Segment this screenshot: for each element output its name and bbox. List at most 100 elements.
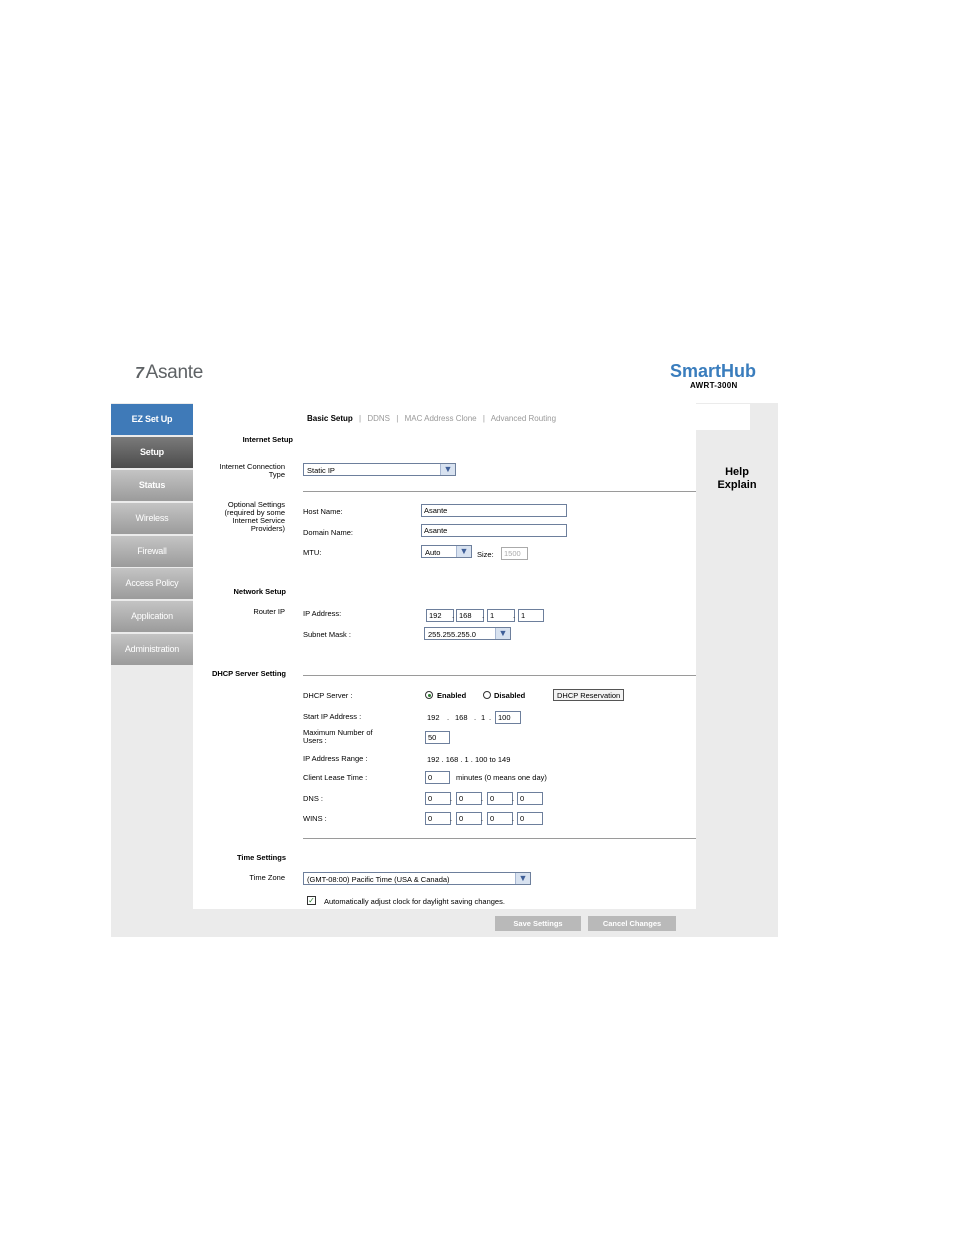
dot-separator: . — [474, 713, 477, 722]
dot-separator: . — [512, 814, 515, 823]
dhcp-server-label: DHCP Server : — [303, 691, 353, 700]
time-zone-value: (GMT-08:00) Pacific Time (USA & Canada) — [307, 875, 450, 884]
help-explain: Explain — [717, 479, 757, 491]
mtu-size-input[interactable]: 1500 — [501, 547, 528, 560]
save-settings-button[interactable]: Save Settings — [495, 916, 581, 931]
chevron-down-icon: ▼ — [456, 546, 471, 557]
brand-name: SmartHub — [670, 361, 757, 381]
tab-mac-address-clone[interactable]: MAC Address Clone — [405, 414, 477, 423]
start-ip-last-octet[interactable]: 100 — [495, 711, 521, 724]
section-dhcp-server: DHCP Server Setting — [211, 669, 286, 678]
lease-time-note: minutes (0 means one day) — [456, 773, 547, 782]
connection-type-value: Static IP — [307, 466, 335, 475]
nav-application[interactable]: Application — [111, 601, 193, 634]
help-box — [693, 404, 750, 430]
connection-type-label: Internet Connection Type — [219, 462, 285, 479]
ip-range-value: 192 . 168 . 1 . 100 to 149 — [427, 755, 511, 764]
dot-separator: . — [489, 713, 492, 722]
ip-octet-4[interactable]: 1 — [518, 609, 544, 622]
mtu-value: Auto — [425, 548, 441, 557]
wins-octet-2[interactable]: 0 — [456, 812, 482, 825]
divider — [303, 491, 696, 492]
ip-range-label: IP Address Range : — [303, 754, 368, 763]
divider — [303, 675, 696, 676]
max-users-input[interactable]: 50 — [425, 731, 450, 744]
dot-separator: . — [447, 713, 450, 722]
domain-name-input[interactable]: Asante — [421, 524, 567, 537]
time-zone-select[interactable]: (GMT-08:00) Pacific Time (USA & Canada) … — [303, 872, 531, 885]
subnet-mask-select[interactable]: 255.255.255.0 ▼ — [424, 627, 511, 640]
dhcp-disabled-label: Disabled — [494, 691, 526, 700]
cancel-changes-button[interactable]: Cancel Changes — [588, 916, 676, 931]
chevron-down-icon: ▼ — [495, 628, 510, 639]
start-ip-octet-3: 1 — [481, 713, 486, 722]
nav-wireless[interactable]: Wireless — [111, 503, 193, 536]
optional-settings-label: Optional Settings (required by some Inte… — [224, 500, 285, 533]
chevron-down-icon: ▼ — [515, 873, 530, 884]
dst-label: Automatically adjust clock for daylight … — [324, 897, 505, 906]
dhcp-enabled-radio[interactable] — [425, 691, 433, 699]
help-panel: Help Explain — [698, 466, 776, 492]
asante-logo-mark: 7 — [135, 365, 144, 382]
domain-name-label: Domain Name: — [303, 528, 354, 537]
dns-octet-4[interactable]: 0 — [517, 792, 543, 805]
nav-access-policy[interactable]: Access Policy — [111, 568, 193, 601]
nav-firewall[interactable]: Firewall — [111, 536, 193, 569]
subnet-mask-label: Subnet Mask : — [303, 630, 351, 639]
router-ip-label: Router IP — [253, 607, 285, 616]
dot-separator: . — [482, 611, 485, 620]
tab-advanced-routing[interactable]: Advanced Routing — [491, 414, 556, 423]
wins-octet-1[interactable]: 0 — [425, 812, 451, 825]
model-number: AWRT-300N — [690, 381, 738, 390]
host-name-input[interactable]: Asante — [421, 504, 567, 517]
wins-label: WINS : — [303, 814, 327, 823]
max-users-label: Maximum Number of Users : — [303, 728, 373, 745]
dot-separator: . — [450, 814, 453, 823]
tab-basic-setup[interactable]: Basic Setup — [307, 414, 353, 423]
time-zone-label: Time Zone — [249, 873, 285, 882]
lease-time-input[interactable]: 0 — [425, 771, 450, 784]
ip-octet-3[interactable]: 1 — [487, 609, 515, 622]
dns-octet-2[interactable]: 0 — [456, 792, 482, 805]
dst-checkbox[interactable]: ✓ — [307, 896, 316, 905]
dot-separator: . — [513, 611, 516, 620]
dot-separator: . — [512, 794, 515, 803]
dot-separator: . — [481, 814, 484, 823]
subnet-mask-value: 255.255.255.0 — [428, 630, 476, 639]
tab-separator: | — [359, 414, 362, 423]
wins-octet-3[interactable]: 0 — [487, 812, 513, 825]
dns-octet-1[interactable]: 0 — [425, 792, 451, 805]
mtu-label: MTU: — [303, 548, 322, 557]
dns-octet-3[interactable]: 0 — [487, 792, 513, 805]
ip-octet-1[interactable]: 192 — [426, 609, 454, 622]
section-network-setup: Network Setup — [233, 587, 286, 596]
tab-separator: | — [482, 414, 485, 423]
size-label: Size: — [477, 550, 494, 559]
host-name-label: Host Name: — [303, 507, 343, 516]
mtu-select[interactable]: Auto ▼ — [421, 545, 472, 558]
ip-octet-2[interactable]: 168 — [456, 609, 484, 622]
start-ip-octet-1: 192 — [427, 713, 440, 722]
asante-logo: 7 Asante — [135, 362, 203, 384]
help-title: Help — [725, 466, 749, 478]
dot-separator: . — [481, 794, 484, 803]
wins-octet-4[interactable]: 0 — [517, 812, 543, 825]
dhcp-reservation-button[interactable]: DHCP Reservation — [553, 689, 625, 701]
section-internet-setup: Internet Setup — [242, 435, 293, 444]
checkmark-icon: ✓ — [308, 896, 315, 905]
dns-label: DNS : — [303, 794, 324, 803]
start-ip-octet-2: 168 — [455, 713, 468, 722]
nav-administration[interactable]: Administration — [111, 634, 193, 667]
nav-ez-setup[interactable]: EZ Set Up — [111, 404, 193, 437]
dhcp-disabled-radio[interactable] — [483, 691, 491, 699]
nav-setup[interactable]: Setup — [111, 437, 193, 470]
tab-ddns[interactable]: DDNS — [367, 414, 390, 423]
nav-status[interactable]: Status — [111, 470, 193, 503]
chevron-down-icon: ▼ — [440, 464, 455, 475]
logo-text: Asante — [145, 362, 204, 383]
section-time-settings: Time Settings — [236, 853, 286, 862]
connection-type-select[interactable]: Static IP ▼ — [303, 463, 456, 476]
dhcp-enabled-label: Enabled — [437, 691, 467, 700]
dot-separator: . — [452, 611, 455, 620]
sub-tabs: Basic Setup | DDNS | MAC Address Clone |… — [307, 414, 560, 423]
